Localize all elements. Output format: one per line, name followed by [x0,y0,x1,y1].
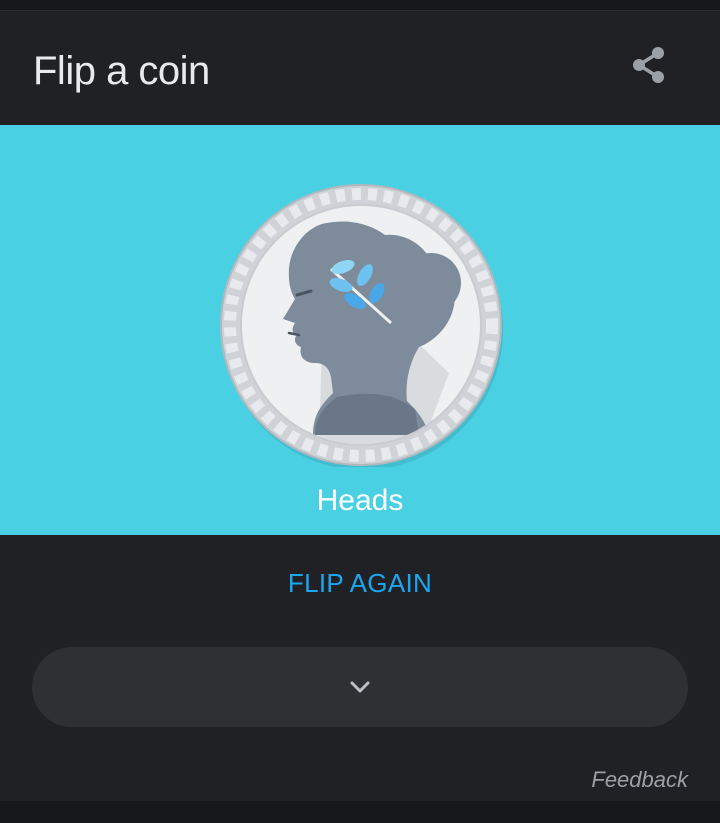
top-divider [0,0,720,11]
card-header: Flip a coin [0,11,720,125]
flip-result: Heads [316,484,404,517]
chevron-down-icon [350,681,370,693]
flip-again-button[interactable]: FLIP AGAIN [260,557,460,609]
page-title: Flip a coin [33,49,210,93]
feedback-link[interactable]: Feedback [591,767,688,793]
share-icon [633,47,664,83]
coin-stage: Heads [0,125,720,535]
expand-button[interactable] [32,647,688,727]
coin-flip-card: Flip a coin Heads FLIP AGAIN Feedback [0,11,720,801]
share-button[interactable] [624,41,672,89]
coin[interactable] [219,183,503,470]
bottom-divider [0,801,720,823]
coin-heads-image [220,184,503,470]
